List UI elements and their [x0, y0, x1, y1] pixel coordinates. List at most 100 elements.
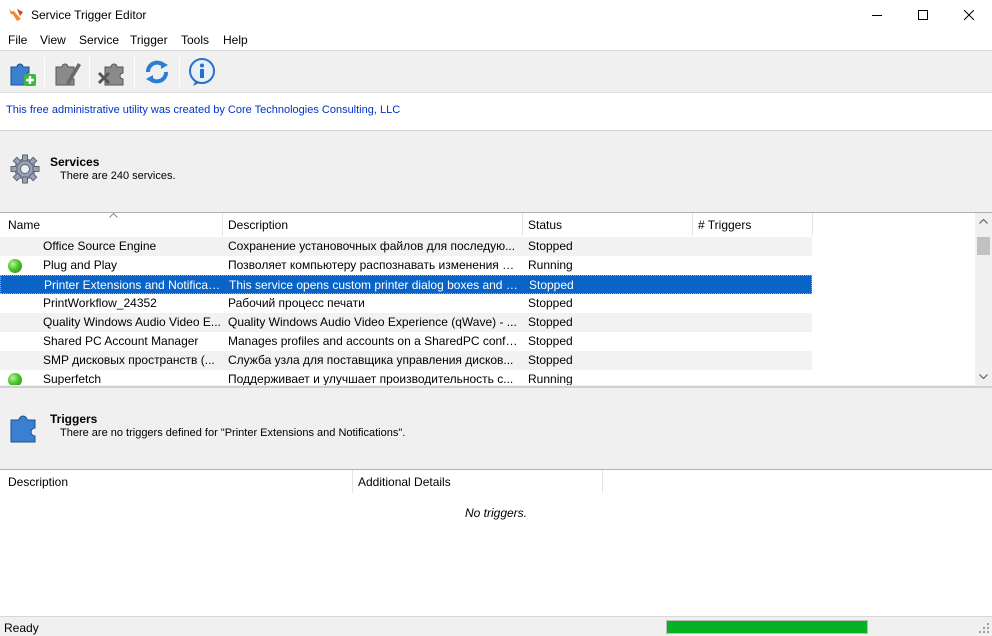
service-trigger-count	[698, 258, 808, 273]
add-trigger-icon	[10, 63, 36, 86]
add-trigger-button[interactable]	[5, 55, 39, 89]
service-description: This service opens custom printer dialog…	[229, 278, 519, 292]
close-icon	[964, 10, 974, 20]
scroll-up-arrow[interactable]	[975, 213, 992, 230]
delete-trigger-icon	[97, 63, 124, 86]
minimize-icon	[872, 15, 882, 16]
service-trigger-count	[698, 296, 808, 311]
column-header-label: Status	[528, 218, 563, 232]
empty-list-message: No triggers.	[464, 506, 528, 520]
service-row[interactable]: Quality Windows Audio Video E... Quality …	[0, 313, 812, 332]
column-header-additional-details[interactable]: Additional Details	[353, 470, 603, 493]
app-icon	[9, 9, 23, 21]
info-icon	[189, 58, 215, 86]
menu-trigger[interactable]: Trigger	[130, 33, 168, 47]
refresh-icon	[146, 60, 168, 84]
service-row[interactable]: Plug and Play Позволяет компьютеру распоз…	[0, 256, 812, 275]
maximize-icon	[918, 10, 928, 20]
about-button[interactable]	[185, 55, 219, 89]
progress-bar	[666, 620, 868, 634]
menu-tools[interactable]: Tools	[181, 33, 209, 47]
column-header-label: Additional Details	[358, 475, 451, 489]
service-status: Stopped	[528, 239, 573, 253]
delete-trigger-button[interactable]	[95, 55, 129, 89]
column-header-triggers[interactable]: # Triggers	[693, 213, 813, 236]
menu-view[interactable]: View	[40, 33, 66, 47]
services-header: Services There are 240 services.	[0, 132, 992, 212]
triggers-summary: There are no triggers defined for "Print…	[60, 427, 406, 439]
running-status-icon	[8, 259, 22, 273]
scroll-thumb[interactable]	[977, 237, 990, 255]
edit-trigger-icon	[55, 63, 81, 86]
triggers-header: Triggers There are no triggers defined f…	[0, 386, 992, 469]
progress-fill	[667, 621, 867, 633]
status-text: Ready	[4, 621, 39, 635]
column-header-label: # Triggers	[698, 218, 752, 232]
service-name: Superfetch	[43, 372, 102, 385]
service-status: Stopped	[528, 334, 573, 348]
service-status: Stopped	[529, 278, 574, 292]
refresh-button[interactable]	[140, 55, 174, 89]
service-name: Quality Windows Audio Video E...	[43, 315, 221, 329]
service-status: Running	[528, 372, 573, 385]
menu-help[interactable]: Help	[223, 33, 248, 47]
menu-service[interactable]: Service	[79, 33, 119, 47]
toolbar-separator	[134, 57, 135, 87]
gear-icon	[10, 154, 40, 184]
service-description: Quality Windows Audio Video Experience (…	[228, 315, 517, 329]
menu-bar: File View Service Trigger Tools Help	[0, 30, 992, 51]
column-header-description[interactable]: Description	[223, 213, 523, 236]
service-trigger-count	[698, 353, 808, 368]
scroll-down-arrow[interactable]	[975, 368, 992, 385]
menu-file[interactable]: File	[8, 33, 27, 47]
column-header-label: Description	[8, 475, 69, 489]
toolbar	[0, 51, 992, 93]
service-row[interactable]: Shared PC Account Manager Manages profile…	[0, 332, 812, 351]
service-trigger-count	[699, 278, 809, 293]
service-status: Running	[528, 258, 573, 272]
sort-ascending-icon	[109, 213, 118, 218]
column-header-status[interactable]: Status	[523, 213, 693, 236]
service-row[interactable]: Superfetch Поддерживает и улучшает произв…	[0, 370, 812, 385]
column-header-label: Name	[8, 218, 41, 232]
service-status: Stopped	[528, 296, 573, 310]
credit-bar: This free administrative utility was cre…	[0, 93, 992, 131]
resize-grip-icon[interactable]	[978, 622, 990, 634]
triggers-list: Description Additional Details No trigge…	[0, 469, 992, 616]
minimize-button[interactable]	[854, 0, 900, 30]
column-header-trigger-description[interactable]: Description	[3, 470, 353, 493]
close-button[interactable]	[946, 0, 992, 30]
service-trigger-count	[698, 239, 808, 254]
service-status: Stopped	[528, 353, 573, 367]
credit-link[interactable]: This free administrative utility was cre…	[6, 104, 400, 116]
edit-trigger-button[interactable]	[50, 55, 84, 89]
service-trigger-count	[698, 334, 808, 349]
services-count: There are 240 services.	[60, 170, 176, 182]
service-row[interactable]: SMP дисковых пространств (... Служба узла…	[0, 351, 812, 370]
service-name: SMP дисковых пространств (...	[43, 353, 215, 367]
service-description: Поддерживает и улучшает производительнос…	[228, 372, 514, 385]
chevron-up-icon	[979, 219, 988, 224]
service-trigger-count	[698, 315, 808, 330]
service-row[interactable]: Office Source Engine Сохранение установоч…	[0, 237, 812, 256]
triggers-list-header: Description Additional Details	[0, 470, 992, 493]
service-description: Сохранение установочных файлов для после…	[228, 239, 516, 253]
column-header-name[interactable]: Name	[3, 213, 223, 236]
running-status-icon	[8, 373, 22, 385]
status-bar: Ready	[0, 616, 992, 636]
toolbar-separator	[44, 57, 45, 87]
service-row[interactable]: Printer Extensions and Notificati... This…	[0, 275, 812, 294]
maximize-button[interactable]	[900, 0, 946, 30]
service-row[interactable]: PrintWorkflow_24352 Рабочий процесс печат…	[0, 294, 812, 313]
chevron-down-icon	[979, 374, 988, 379]
service-description: Позволяет компьютеру распознавать измене…	[228, 258, 518, 272]
service-name: PrintWorkflow_24352	[43, 296, 157, 310]
service-status: Stopped	[528, 315, 573, 329]
service-name: Shared PC Account Manager	[43, 334, 199, 348]
services-scrollbar[interactable]	[975, 213, 992, 385]
service-trigger-count	[698, 372, 808, 385]
service-name: Office Source Engine	[43, 239, 157, 253]
services-list: Name Description Status # Triggers Offic…	[0, 212, 992, 385]
puzzle-piece-icon	[10, 415, 36, 443]
toolbar-separator	[89, 57, 90, 87]
